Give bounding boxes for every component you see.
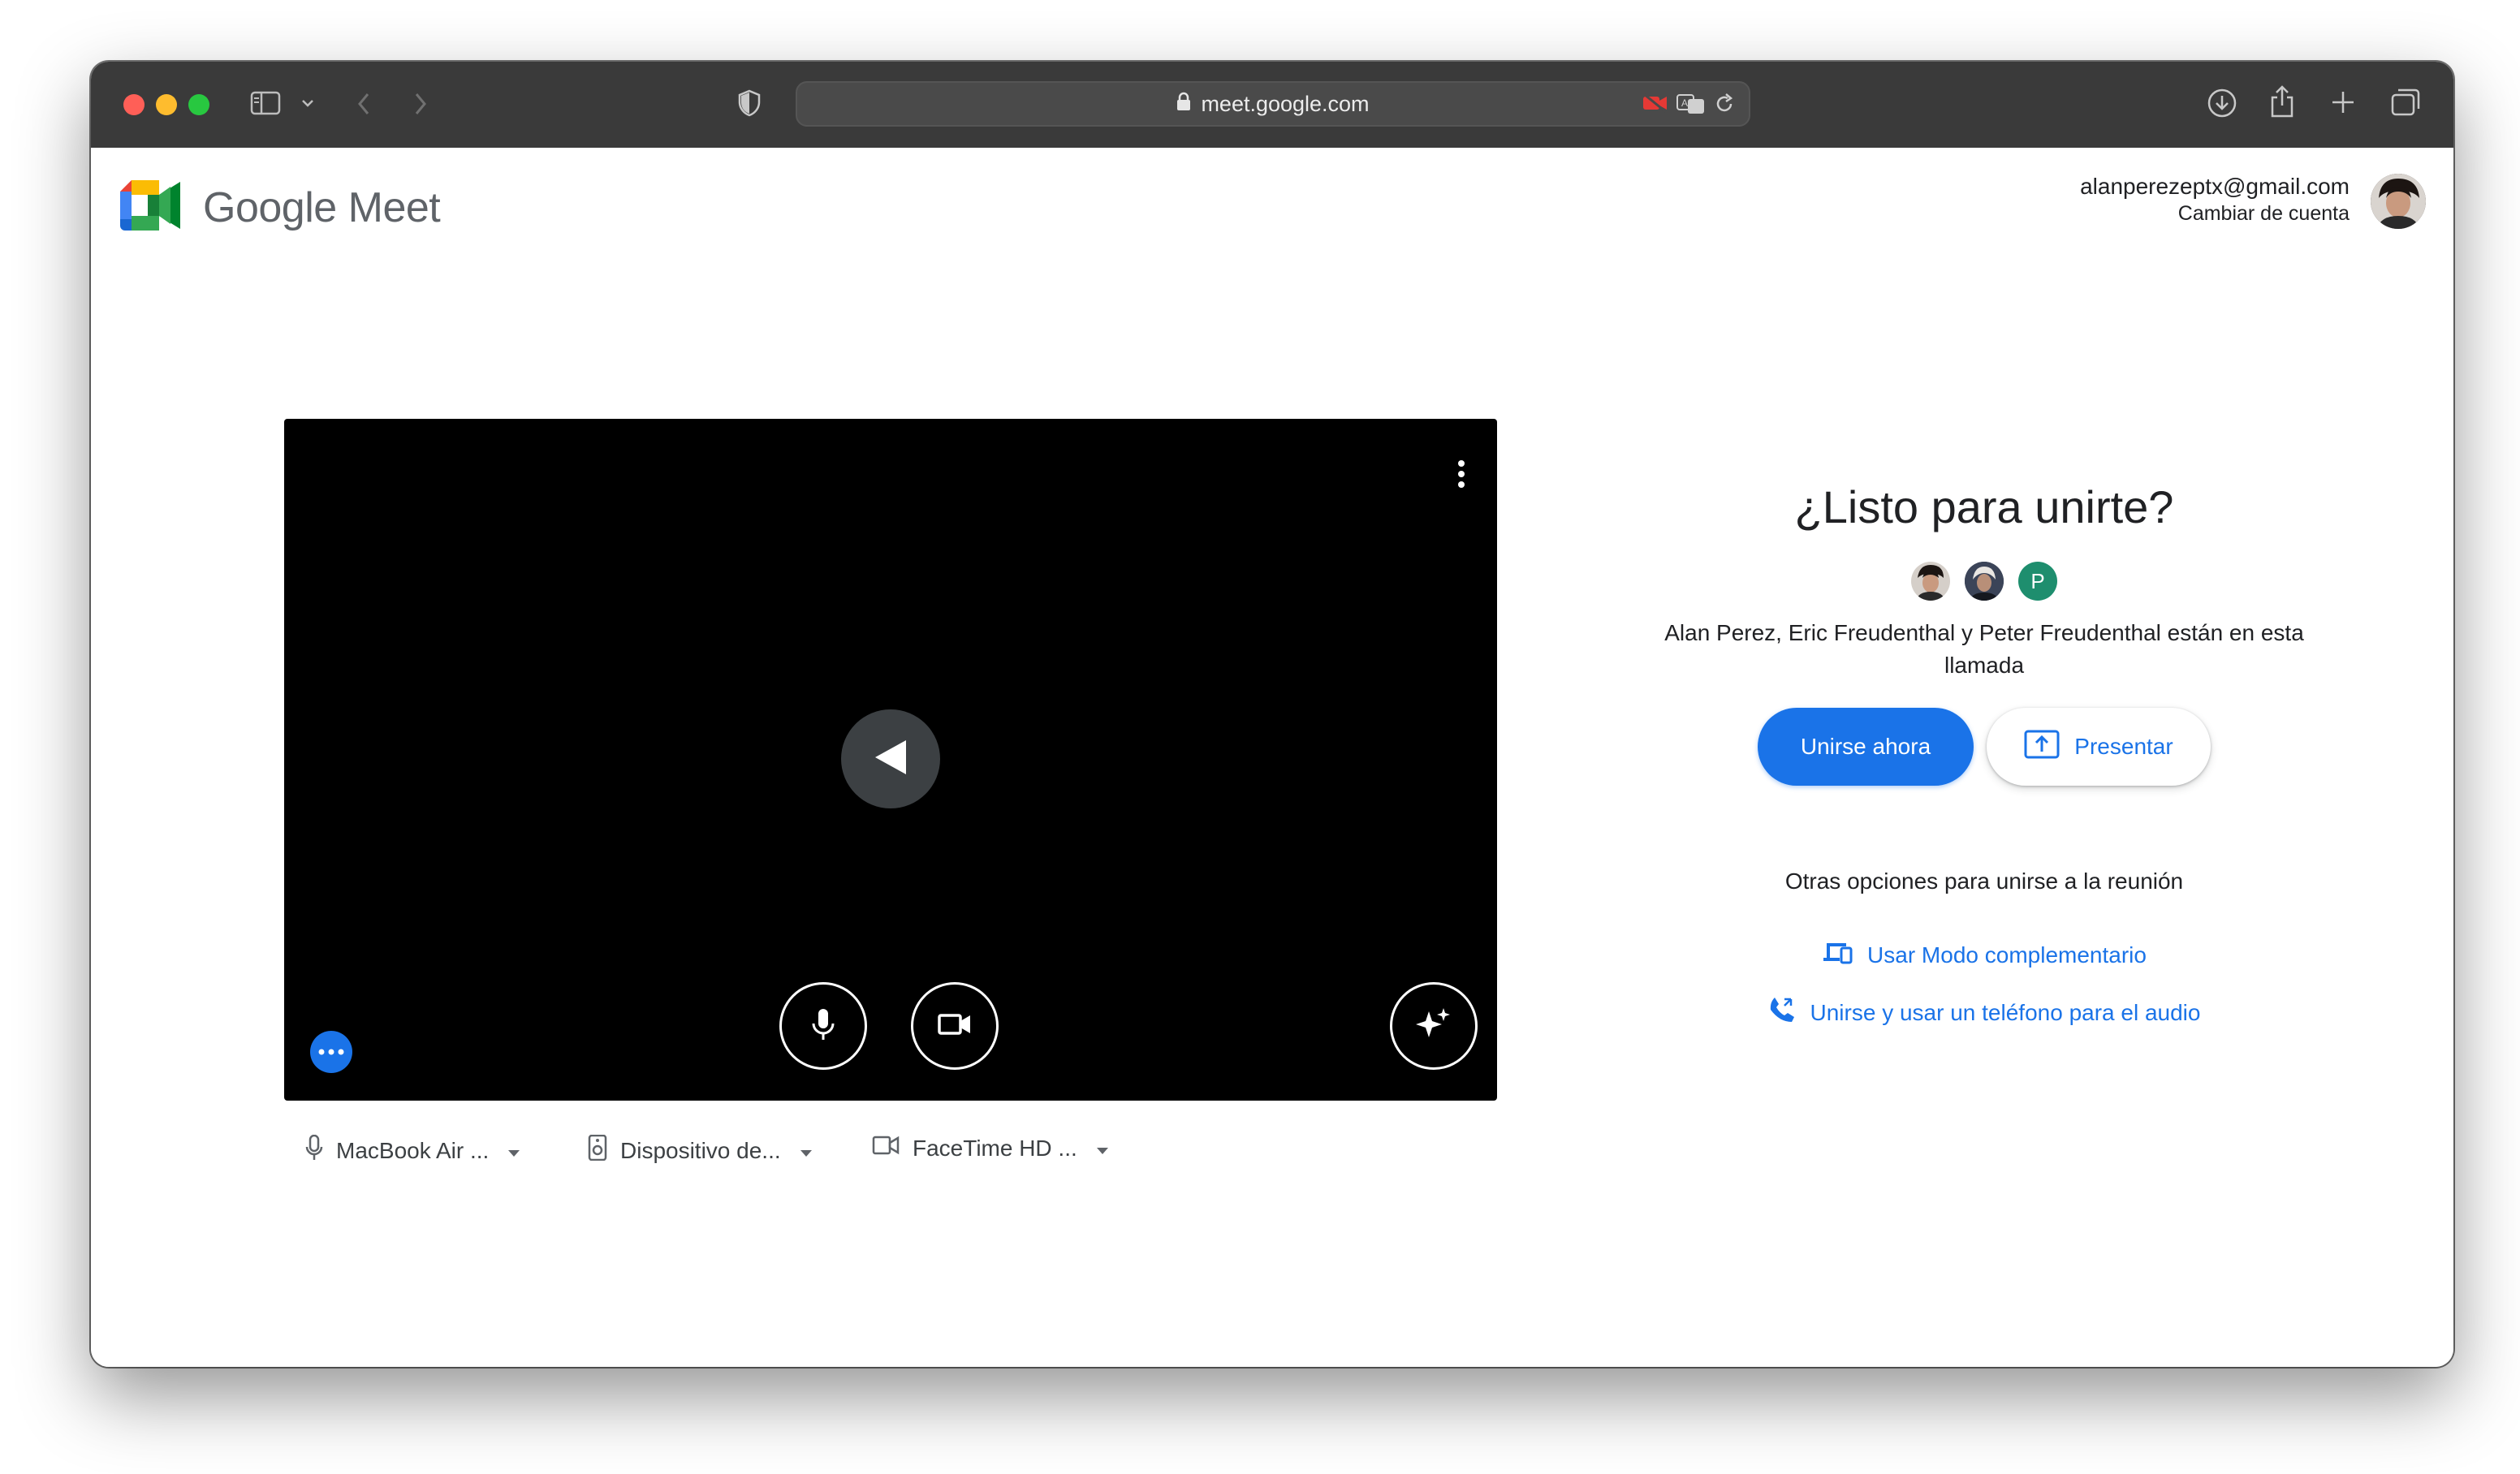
speaker-icon	[588, 1134, 607, 1166]
present-label: Presentar	[2074, 734, 2173, 759]
camera-toggle-button[interactable]	[911, 982, 999, 1070]
camera-icon	[872, 1135, 900, 1162]
browser-window: meet.google.com A Google Meet alanpereze…	[91, 62, 2453, 1367]
minimize-window-button[interactable]	[156, 94, 177, 115]
effects-button[interactable]	[1390, 982, 1478, 1070]
share-icon[interactable]	[2268, 84, 2296, 119]
caret-down-icon	[799, 1138, 813, 1164]
avatar	[1911, 562, 1950, 601]
tab-overview-icon[interactable]	[2390, 88, 2421, 117]
browser-toolbar: meet.google.com A	[91, 62, 2453, 149]
camera-blocked-icon[interactable]	[1642, 93, 1669, 118]
zoom-window-button[interactable]	[188, 94, 209, 115]
phone-audio-label: Unirse y usar un teléfono para el audio	[1810, 999, 2201, 1025]
phone-icon	[1768, 996, 1796, 1029]
new-tab-icon[interactable]	[2330, 89, 2356, 115]
page-content: Google Meet alanperezeptx@gmail.com Camb…	[91, 148, 2453, 1367]
account-info: alanperezeptx@gmail.com Cambiar de cuent…	[2080, 172, 2350, 226]
device-label: Dispositivo de...	[620, 1137, 781, 1163]
lock-icon	[1176, 92, 1191, 117]
avatar	[1965, 562, 2004, 601]
sparkle-icon	[1414, 1005, 1453, 1048]
participants-text: Alan Perez, Eric Freudenthal y Peter Fre…	[1664, 620, 2304, 678]
google-meet-logo[interactable]: Google Meet	[120, 180, 441, 235]
switch-account-link[interactable]: Cambiar de cuenta	[2080, 201, 2350, 226]
microphone-toggle-button[interactable]	[779, 982, 867, 1070]
url-text: meet.google.com	[1201, 91, 1370, 116]
device-label: MacBook Air ...	[336, 1137, 490, 1163]
meet-logo-icon	[120, 180, 182, 235]
svg-text:A: A	[1681, 97, 1688, 109]
camera-icon	[938, 1012, 972, 1041]
camera-device-select[interactable]: FaceTime HD ...	[872, 1135, 1110, 1162]
avatar[interactable]	[2371, 174, 2426, 229]
companion-devices-icon	[1822, 940, 1853, 970]
privacy-shield-icon[interactable]	[737, 89, 762, 117]
microphone-device-select[interactable]: MacBook Air ...	[305, 1134, 521, 1166]
participant-avatars: P	[1536, 562, 2432, 601]
account-email: alanperezeptx@gmail.com	[2080, 174, 2350, 199]
forward-icon[interactable]	[412, 91, 429, 117]
chevron-down-icon[interactable]	[300, 97, 315, 109]
microphone-icon	[811, 1007, 835, 1045]
companion-mode-label: Usar Modo complementario	[1867, 942, 2147, 968]
join-now-button[interactable]: Unirse ahora	[1758, 708, 1974, 786]
join-actions: Unirse ahora Presentar	[1536, 708, 2432, 786]
companion-mode-link[interactable]: Usar Modo complementario	[1536, 940, 2432, 970]
back-icon[interactable]	[356, 91, 372, 117]
address-bar[interactable]: meet.google.com A	[796, 81, 1750, 127]
microphone-icon	[305, 1134, 323, 1166]
reload-icon[interactable]	[1713, 93, 1736, 119]
translate-icon[interactable]: A	[1676, 93, 1707, 119]
other-options-title: Otras opciones para unirse a la reunión	[1784, 868, 2184, 894]
caret-down-icon	[507, 1138, 521, 1164]
more-actions-button[interactable]	[310, 1031, 352, 1073]
present-screen-icon	[2024, 730, 2060, 765]
speaker-device-select[interactable]: Dispositivo de...	[588, 1134, 813, 1166]
device-label: FaceTime HD ...	[913, 1135, 1077, 1161]
downloads-icon[interactable]	[2207, 88, 2237, 119]
play-reverse-icon	[872, 737, 909, 782]
avatar: P	[2018, 562, 2057, 601]
play-preview-button[interactable]	[841, 709, 940, 808]
close-window-button[interactable]	[123, 94, 145, 115]
present-button[interactable]: Presentar	[1987, 708, 2211, 786]
logo-text: Google Meet	[203, 183, 441, 231]
join-panel: ¿Listo para unirte? P Alan Perez, Eric F…	[1536, 479, 2432, 1029]
more-options-icon[interactable]	[1456, 459, 1466, 493]
more-horizontal-icon	[318, 1045, 344, 1059]
caret-down-icon	[1095, 1136, 1110, 1162]
sidebar-toggle-icon[interactable]	[250, 91, 281, 115]
video-preview	[284, 419, 1497, 1101]
page-title: ¿Listo para unirte?	[1794, 481, 2174, 532]
phone-audio-link[interactable]: Unirse y usar un teléfono para el audio	[1536, 996, 2432, 1029]
